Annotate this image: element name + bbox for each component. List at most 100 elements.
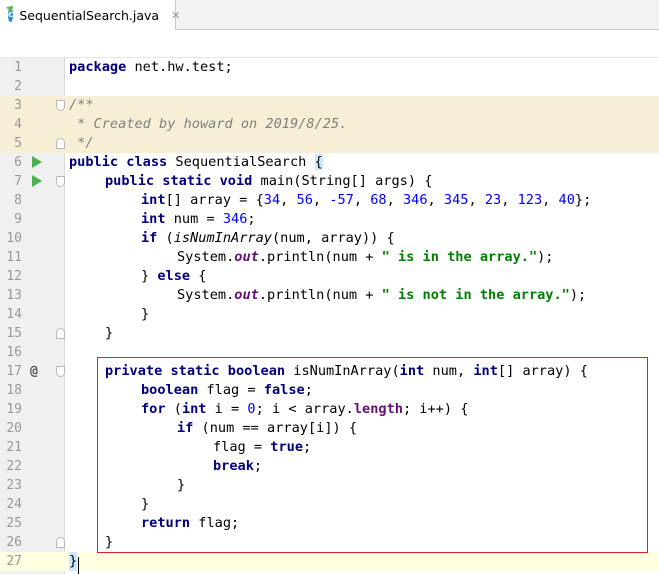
fold-toggle-icon[interactable] (56, 328, 65, 339)
code-line[interactable]: 22 break; (0, 457, 659, 476)
override-marker-icon[interactable]: @ (30, 362, 38, 381)
keyword: int (399, 363, 425, 379)
code-line[interactable]: 17 @ private static boolean isNumInArray… (0, 362, 659, 381)
code-line[interactable]: 1 package net.hw.test; (0, 58, 659, 77)
code-line[interactable]: 11 System.out.println(num + " is in the … (0, 248, 659, 267)
code-text: } else { (141, 267, 207, 286)
number-literal: 346 (402, 192, 428, 208)
code-line[interactable]: 9 int num = 346; (0, 210, 659, 229)
keyword: boolean (227, 363, 286, 379)
static-field: out (234, 249, 259, 265)
line-number: 23 (6, 478, 22, 493)
keyword: break (213, 458, 254, 474)
field-access: length (353, 401, 403, 417)
close-icon[interactable]: ✕ (171, 9, 180, 22)
line-number: 25 (6, 516, 22, 531)
code-token: net.hw.test; (126, 59, 233, 75)
code-text: } (105, 534, 114, 550)
code-editor[interactable]: 1 package net.hw.test; 2 3 /** 4 * Creat… (0, 58, 659, 574)
code-token: System. (177, 287, 235, 303)
code-line[interactable]: 19 for (int i = 0; i < array.length; i++… (0, 400, 659, 419)
code-token: ; (303, 439, 312, 455)
code-token: ; (247, 211, 256, 227)
line-number: 13 (6, 288, 22, 303)
tab-label: SequentialSearch.java (19, 7, 160, 23)
run-icon[interactable] (32, 175, 42, 187)
code-token: .println(num + (258, 287, 382, 303)
line-number: 3 (14, 98, 22, 113)
fold-toggle-icon[interactable] (56, 100, 65, 111)
line-number: 7 (14, 174, 22, 189)
line-number: 21 (6, 440, 22, 455)
line-number: 1 (14, 60, 22, 75)
code-token: , (501, 192, 518, 208)
line-number: 9 (14, 212, 22, 227)
fold-toggle-icon[interactable] (56, 537, 65, 548)
code-line[interactable]: 18 boolean flag = false; (0, 381, 659, 400)
code-token: ; i < array. (255, 401, 354, 417)
code-line[interactable]: 20 if (num == array[i]) { (0, 419, 659, 438)
code-line[interactable]: 14 } (0, 305, 659, 324)
code-token: , (353, 192, 371, 208)
line-number: 15 (6, 326, 22, 341)
code-line[interactable]: 12 } else { (0, 267, 659, 286)
code-text: int num = 346; (141, 210, 256, 229)
line-number: 18 (6, 383, 22, 398)
code-token: isNumInArray( (285, 363, 400, 379)
code-line[interactable]: 15 } (0, 324, 659, 343)
tab-sequentialsearch-java[interactable]: c SequentialSearch.java ✕ (0, 0, 180, 30)
code-token: (num == array[i]) { (193, 420, 358, 436)
code-line[interactable]: 25 return flag; (0, 514, 659, 533)
code-line[interactable]: 3 /** (0, 96, 659, 115)
code-text: return flag; (141, 514, 239, 533)
code-line[interactable]: 7 public static void main(String[] args)… (0, 172, 659, 191)
code-line[interactable]: 26 } (0, 533, 659, 552)
line-number: 16 (6, 345, 22, 360)
keyword: static (170, 363, 220, 379)
run-icon[interactable] (32, 156, 42, 168)
code-line[interactable]: 24 } (0, 495, 659, 514)
code-text: if (isNumInArray(num, array)) { (141, 229, 395, 248)
code-text: } (105, 325, 114, 341)
line-number: 4 (14, 117, 22, 132)
code-line[interactable]: 6 public class SequentialSearch { (0, 153, 659, 172)
keyword: private (105, 363, 163, 379)
comment: /** (69, 97, 94, 113)
keyword: return (141, 515, 191, 531)
code-line[interactable]: 4 * Created by howard on 2019/8/25. (0, 115, 659, 134)
fold-toggle-icon[interactable] (56, 366, 65, 377)
number-literal: 34 (263, 192, 281, 208)
code-token: [] array = { (165, 192, 264, 208)
code-line[interactable]: 23 } (0, 476, 659, 495)
code-line[interactable]: 16 (0, 343, 659, 362)
code-line[interactable]: 2 (0, 77, 659, 96)
line-number: 19 (6, 402, 22, 417)
code-text: for (int i = 0; i < array.length; i++) { (141, 400, 468, 419)
keyword: int (181, 401, 207, 417)
code-line[interactable]: 5 */ (0, 134, 659, 153)
code-line[interactable]: 13 System.out.println(num + " is not in … (0, 286, 659, 305)
code-line-current[interactable]: 27 } (0, 552, 659, 571)
method-call: isNumInArray (173, 230, 272, 246)
editor-toolbar (0, 30, 659, 58)
keyword: package (69, 59, 127, 75)
code-token: { (190, 268, 207, 284)
line-number: 22 (6, 459, 22, 474)
keyword: int (141, 211, 166, 227)
code-token: ; (253, 458, 263, 474)
code-token: SequentialSearch (167, 154, 315, 170)
code-line[interactable]: 21 flag = true; (0, 438, 659, 457)
number-literal: 40 (558, 192, 575, 208)
code-token: flag = (198, 382, 264, 398)
code-token: (num, array)) { (271, 230, 395, 246)
comment: */ (69, 135, 94, 151)
fold-toggle-icon[interactable] (56, 138, 65, 149)
code-text: } (141, 306, 150, 322)
code-line[interactable]: 8 int[] array = {34, 56, -57, 68, 346, 3… (0, 191, 659, 210)
code-line[interactable]: 10 if (isNumInArray(num, array)) { (0, 229, 659, 248)
fold-toggle-icon[interactable] (56, 176, 65, 187)
keyword: true (270, 439, 304, 455)
keyword: if (141, 230, 158, 246)
keyword: boolean (141, 382, 199, 398)
